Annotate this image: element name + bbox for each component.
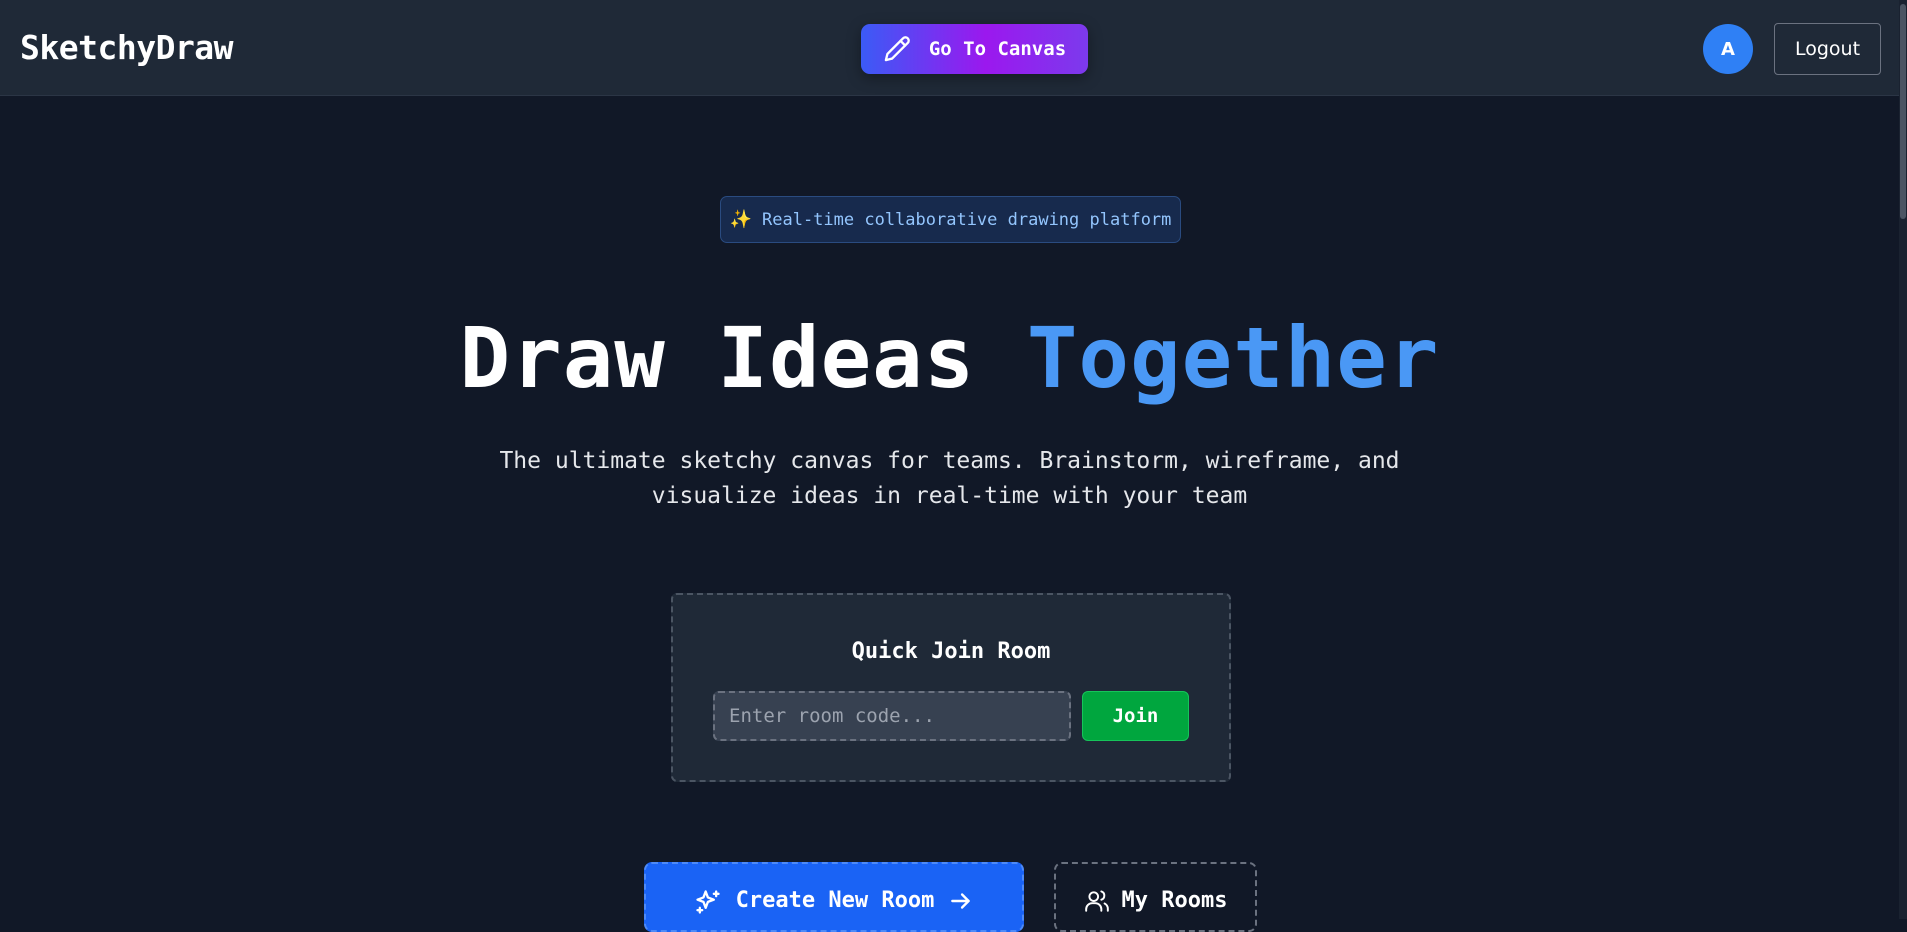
scrollbar-thumb[interactable] [1900, 4, 1906, 219]
hero-badge: ✨ Real-time collaborative drawing platfo… [720, 196, 1181, 243]
page-scrollbar[interactable] [1899, 0, 1907, 919]
users-icon [1084, 888, 1110, 914]
sparkle-icon: ✨ [729, 209, 752, 230]
arrow-right-icon [948, 888, 974, 914]
pencil-icon [883, 35, 911, 63]
create-new-room-label: Create New Room [735, 888, 935, 913]
sparkles-icon [694, 888, 722, 916]
join-button[interactable]: Join [1082, 691, 1189, 741]
hero-badge-text: Real-time collaborative drawing platform [762, 209, 1172, 230]
hero-title: Draw Ideas Together [0, 308, 1899, 408]
hero-title-main: Draw Ideas [459, 309, 1027, 407]
my-rooms-button[interactable]: My Rooms [1054, 862, 1257, 932]
navbar: SketchyDraw Go To Canvas A Logout [0, 0, 1907, 96]
avatar[interactable]: A [1703, 24, 1753, 74]
quick-join-title: Quick Join Room [851, 639, 1051, 664]
hero-title-accent: Together [1026, 309, 1440, 407]
quick-join-card: Quick Join Room Join [671, 593, 1231, 782]
logout-button[interactable]: Logout [1774, 23, 1881, 75]
go-to-canvas-button[interactable]: Go To Canvas [861, 24, 1088, 74]
my-rooms-label: My Rooms [1121, 888, 1228, 913]
brand-logo[interactable]: SketchyDraw [20, 28, 234, 68]
create-new-room-button[interactable]: Create New Room [644, 862, 1024, 932]
room-code-input[interactable] [713, 691, 1071, 741]
go-to-canvas-label: Go To Canvas [928, 38, 1067, 60]
hero-subtitle: The ultimate sketchy canvas for teams. B… [499, 448, 1400, 509]
